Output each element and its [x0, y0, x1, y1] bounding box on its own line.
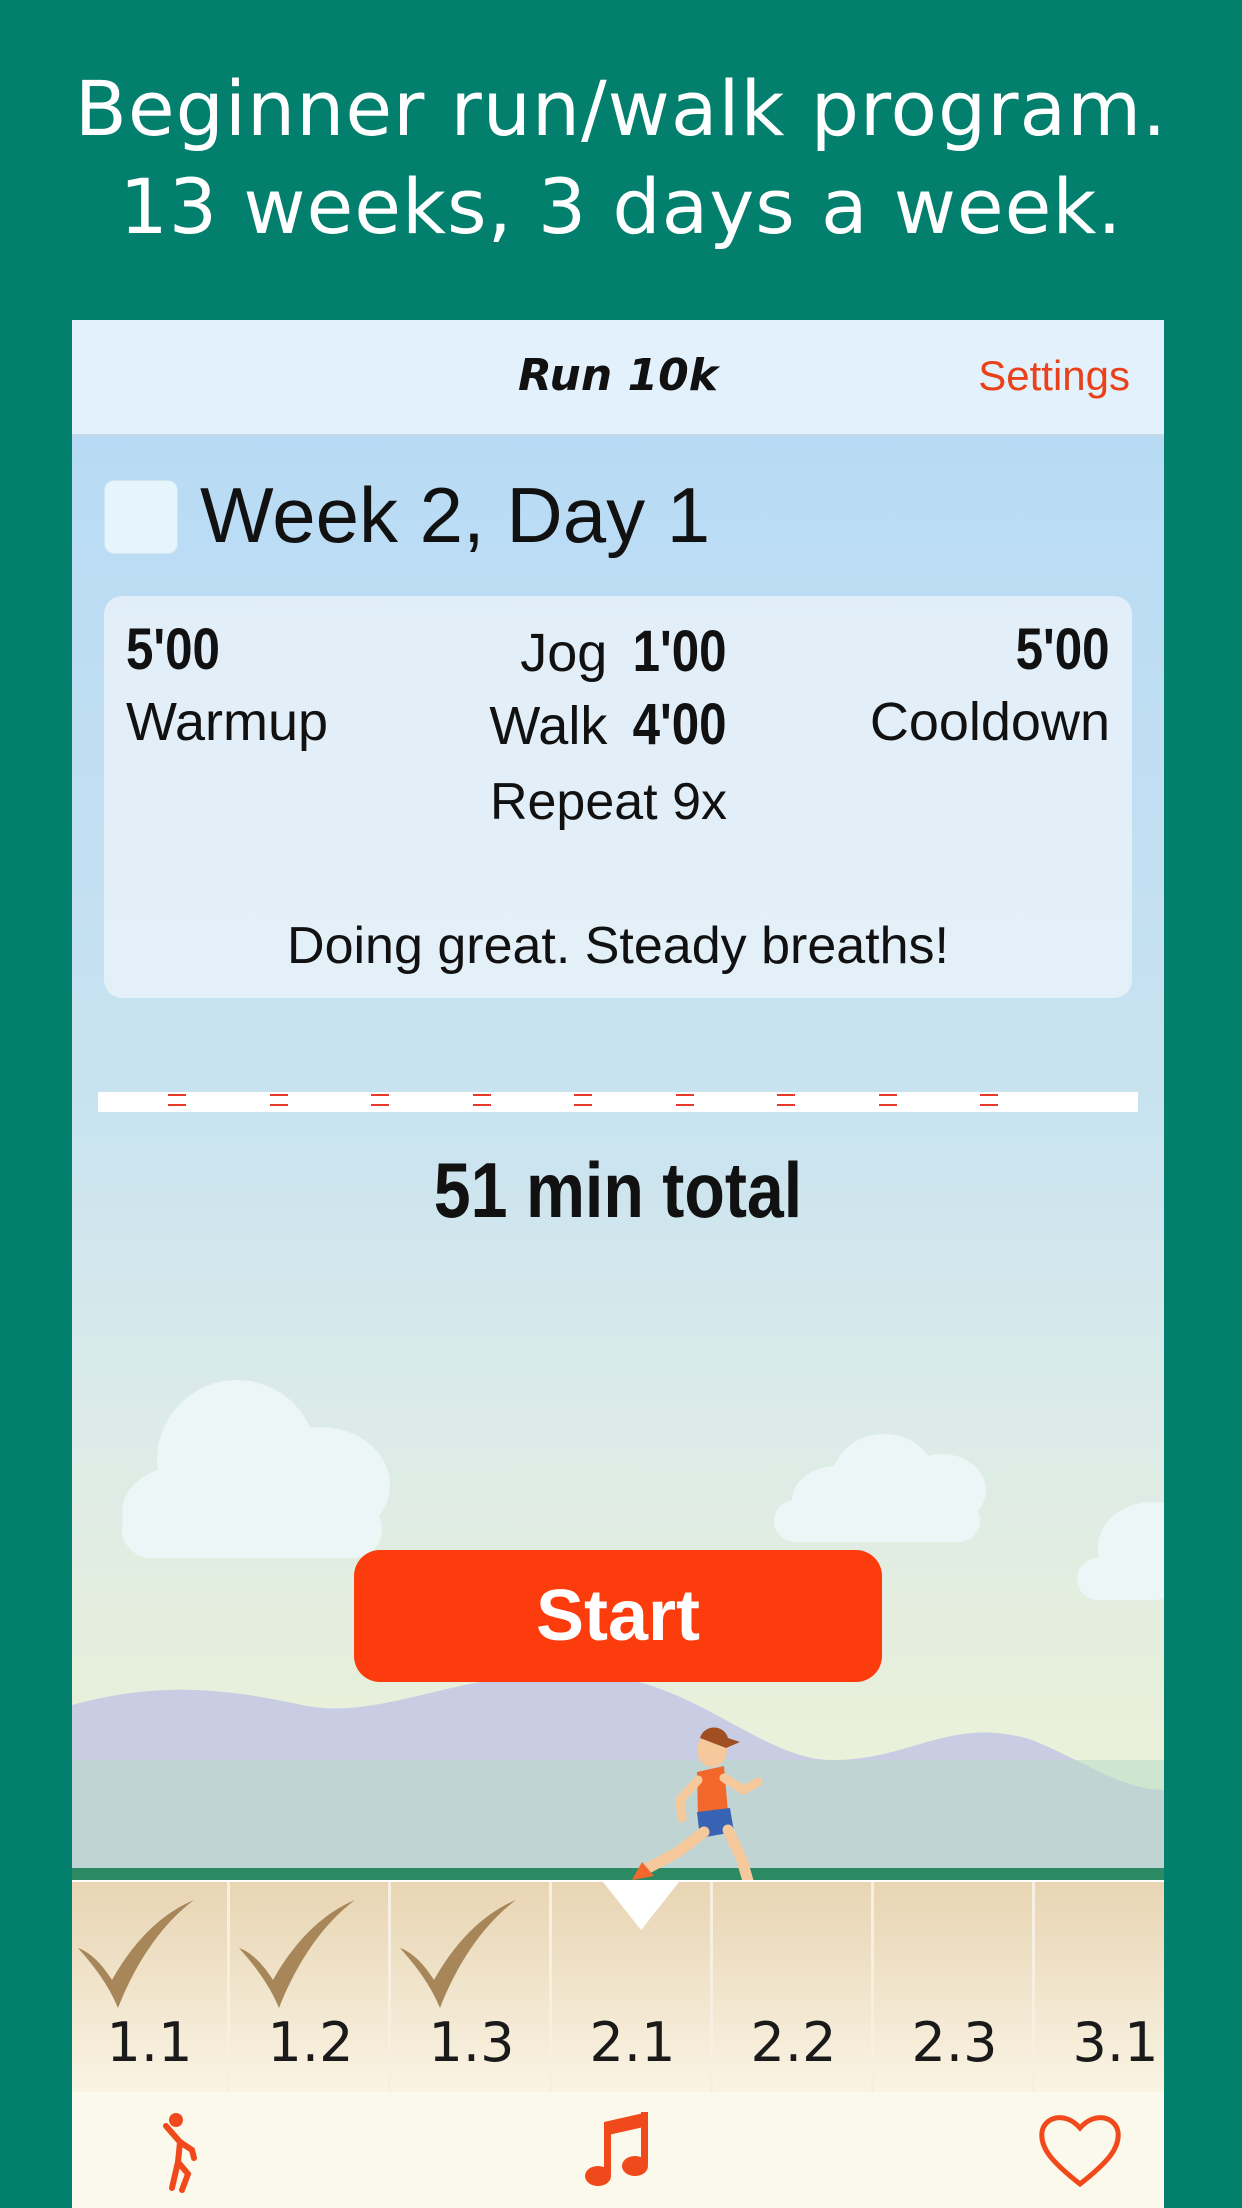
music-note-icon: [585, 2112, 648, 2186]
day-title: Week 2, Day 1: [200, 471, 711, 559]
interval-tick: [878, 1094, 897, 1106]
interval-timeline: [98, 1092, 1138, 1112]
interval-tick: [980, 1094, 998, 1106]
cloud-right: [1077, 1502, 1164, 1600]
week-day-label: 1.1: [106, 2011, 193, 2074]
headline-line-2: 13 weeks, 3 days a week.: [119, 162, 1123, 251]
checkmark-icon: [400, 1900, 516, 2008]
week-day-cell[interactable]: 2.2: [716, 1882, 874, 2092]
week-day-label: 2.1: [589, 2011, 676, 2074]
tab-music[interactable]: [570, 2102, 666, 2198]
interval-tick: [371, 1094, 389, 1106]
cooldown-time: 5'00: [1016, 617, 1110, 682]
encouragement-text: Doing great. Steady breaths!: [287, 917, 949, 975]
week-day-selector[interactable]: 1.1 1.2 1.3 2.1 2.2 2.3 3.1: [72, 1880, 1164, 2092]
settings-button[interactable]: Settings: [978, 352, 1130, 400]
total-duration: 51 min total: [433, 1146, 803, 1234]
week-day-cell[interactable]: 2.3: [877, 1882, 1035, 2092]
repeat-label: Repeat 9x: [489, 773, 727, 831]
interval-tick: [777, 1094, 795, 1106]
tab-stretch[interactable]: [132, 2102, 228, 2198]
interval-tick: [472, 1094, 491, 1106]
interval-tick: [675, 1094, 694, 1106]
walk-time: 4'00: [633, 692, 727, 757]
stretch-figure-icon: [163, 2113, 197, 2193]
week-day-label: 3.1: [1072, 2011, 1159, 2074]
nav-bar: Run 10k Settings: [72, 320, 1164, 436]
interval-tick: [168, 1094, 186, 1106]
jog-time: 1'00: [633, 619, 727, 684]
checkmark-icon: [239, 1900, 355, 2008]
week-day-label: 1.3: [428, 2011, 515, 2074]
headline-line-1: Beginner run/walk program.: [74, 64, 1168, 153]
walk-label: Walk: [489, 696, 608, 756]
tab-favorites[interactable]: [1032, 2102, 1128, 2198]
week-day-cell[interactable]: 1.1: [72, 1882, 230, 2092]
warmup-label: Warmup: [126, 692, 329, 752]
week-day-cell[interactable]: 1.3: [394, 1882, 552, 2092]
cloud-left: [122, 1380, 390, 1558]
cloud-middle: [774, 1434, 986, 1542]
week-day-label: 1.2: [267, 2011, 354, 2074]
week-day-label: 2.3: [911, 2011, 998, 2074]
week-day-cell[interactable]: 2.1: [555, 1882, 713, 2092]
week-day-cell[interactable]: 1.2: [233, 1882, 391, 2092]
walk-row: Walk 4'00: [489, 691, 727, 758]
tab-bar: [72, 2092, 1164, 2208]
interval-tick: [269, 1094, 288, 1106]
workout-card: 5'00 Warmup Jog 1'00 Walk 4'00 Repeat 9x…: [104, 596, 1132, 998]
start-button[interactable]: Start: [354, 1550, 882, 1682]
app-screen: Run 10k Settings Week 2, Day 1 5'00 Warm…: [72, 320, 1164, 2208]
day-complete-checkbox[interactable]: [104, 480, 178, 554]
repeat-row: Repeat 9x: [490, 772, 727, 832]
week-day-cell[interactable]: 3.1: [1038, 1882, 1164, 2092]
interval-tick: [574, 1094, 592, 1106]
warmup-time: 5'00: [126, 617, 220, 682]
checkmark-icon: [78, 1900, 194, 2008]
meadow: [72, 1760, 1164, 1880]
cooldown-label: Cooldown: [869, 692, 1110, 752]
jog-row: Jog 1'00: [520, 618, 727, 685]
heart-icon: [1039, 2115, 1121, 2188]
current-day-pointer: [603, 1882, 679, 1930]
week-day-label: 2.2: [750, 2011, 837, 2074]
jog-label: Jog: [520, 623, 608, 683]
marketing-headline: Beginner run/walk program. 13 weeks, 3 d…: [0, 60, 1242, 256]
